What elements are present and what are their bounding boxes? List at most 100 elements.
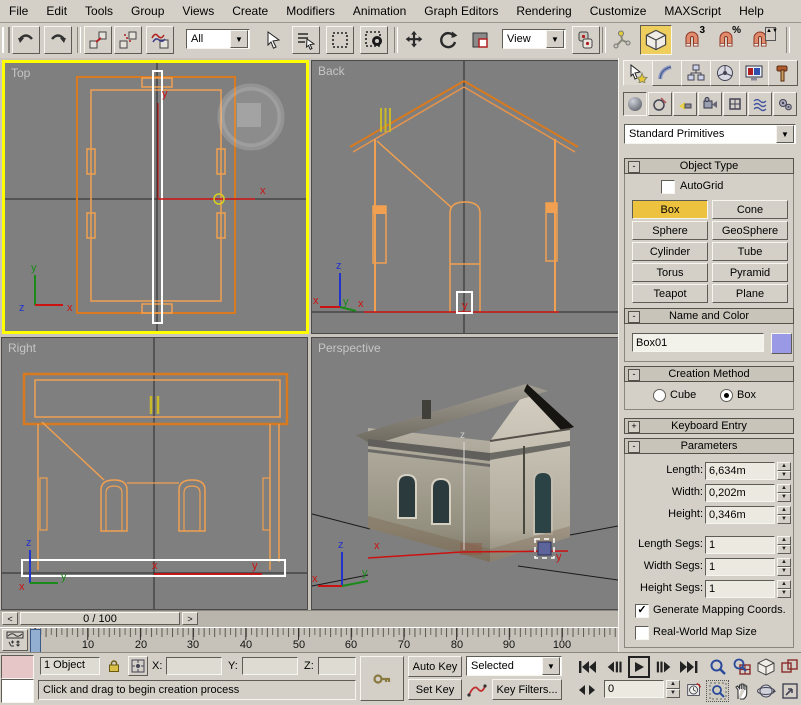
select-by-name-button[interactable]: [292, 26, 320, 54]
select-and-move-button[interactable]: [400, 26, 428, 54]
maxscript-mini-listener-white[interactable]: [1, 679, 34, 703]
use-pivot-point-button[interactable]: [572, 26, 600, 54]
autogrid-checkbox[interactable]: [661, 180, 675, 194]
length-segs-field[interactable]: 1: [705, 536, 775, 554]
rollout-creation-method-header[interactable]: - Creation Method: [624, 366, 794, 382]
creation-method-box-label[interactable]: Box: [737, 389, 756, 401]
object-type-plane-button[interactable]: Plane: [712, 284, 788, 303]
select-and-manipulate-button[interactable]: [608, 26, 636, 54]
real-world-map-size-checkbox[interactable]: [635, 626, 649, 640]
menu-graph-editors[interactable]: Graph Editors: [415, 4, 507, 18]
next-frame-button[interactable]: [654, 657, 674, 677]
viewport-top-label[interactable]: Top: [11, 66, 30, 80]
length-spinner[interactable]: ▲▼: [777, 462, 791, 480]
set-key-mode-button[interactable]: [360, 656, 404, 701]
height-segs-field[interactable]: 1: [705, 580, 775, 598]
length-field[interactable]: 6,634m: [705, 462, 775, 480]
tab-display[interactable]: [739, 60, 769, 86]
object-type-box-button[interactable]: Box: [632, 200, 708, 219]
rollout-parameters-header[interactable]: - Parameters: [624, 438, 794, 454]
viewport-back-label[interactable]: Back: [318, 64, 345, 78]
undo-button[interactable]: [12, 26, 40, 54]
spinner-snap-button[interactable]: ▲▼: [746, 26, 774, 54]
menu-customize[interactable]: Customize: [581, 4, 656, 18]
object-type-pyramid-button[interactable]: Pyramid: [712, 263, 788, 282]
menu-tools[interactable]: Tools: [76, 4, 122, 18]
selection-lock-button[interactable]: [104, 657, 124, 675]
object-type-cone-button[interactable]: Cone: [712, 200, 788, 219]
viewport-perspective[interactable]: Perspective: [311, 337, 619, 610]
collapse-icon[interactable]: -: [628, 311, 640, 323]
dropdown-arrow-icon[interactable]: ▼: [230, 30, 248, 48]
width-segs-spinner[interactable]: ▲▼: [777, 558, 791, 576]
object-color-swatch[interactable]: [771, 333, 792, 354]
height-segs-spinner[interactable]: ▲▼: [777, 580, 791, 598]
go-to-end-button[interactable]: [678, 657, 700, 677]
collapse-icon[interactable]: -: [628, 161, 640, 173]
menu-maxscript[interactable]: MAXScript: [655, 4, 730, 18]
tab-create[interactable]: [623, 60, 653, 86]
window-crossing-toggle-button[interactable]: [360, 26, 388, 54]
width-field[interactable]: 0,202m: [705, 484, 775, 502]
angle-snap-button[interactable]: 3: [678, 26, 706, 54]
rollout-keyboard-entry-header[interactable]: + Keyboard Entry: [624, 418, 794, 434]
viewport-perspective-label[interactable]: Perspective: [318, 341, 381, 355]
dropdown-arrow-icon[interactable]: ▼: [546, 30, 564, 48]
expand-icon[interactable]: +: [628, 421, 640, 433]
object-type-torus-button[interactable]: Torus: [632, 263, 708, 282]
viewport-back[interactable]: Back x y z: [311, 60, 619, 334]
tab-motion[interactable]: [710, 60, 740, 86]
menu-create[interactable]: Create: [223, 4, 277, 18]
tab-utilities[interactable]: [768, 60, 798, 86]
x-coordinate-field[interactable]: [166, 657, 222, 675]
length-segs-spinner[interactable]: ▲▼: [777, 536, 791, 554]
rollout-name-color-header[interactable]: - Name and Color: [624, 308, 794, 324]
viewport-right[interactable]: Right x y z y x: [1, 337, 308, 610]
object-type-tube-button[interactable]: Tube: [712, 242, 788, 261]
category-spacewarps-button[interactable]: [748, 92, 772, 116]
category-cameras-button[interactable]: [698, 92, 722, 116]
collapse-icon[interactable]: -: [628, 369, 640, 381]
previous-frame-button[interactable]: [604, 657, 624, 677]
maxscript-mini-listener-pink[interactable]: [1, 655, 34, 679]
rollout-object-type-header[interactable]: - Object Type: [624, 158, 794, 174]
zoom-extents-button[interactable]: [754, 656, 777, 678]
viewport-right-label[interactable]: Right: [8, 341, 36, 355]
region-zoom-button[interactable]: [706, 680, 729, 702]
dropdown-arrow-icon[interactable]: ▼: [776, 125, 794, 143]
unlink-selection-button[interactable]: [114, 26, 142, 54]
min-max-toggle-button[interactable]: [778, 680, 801, 702]
redo-button[interactable]: [44, 26, 72, 54]
toolbar-grip[interactable]: [2, 27, 10, 53]
select-object-button[interactable]: [260, 26, 288, 54]
object-type-sphere-button[interactable]: Sphere: [632, 221, 708, 240]
creation-method-box-radio[interactable]: [720, 389, 733, 402]
track-bar-frame-handle[interactable]: [30, 629, 41, 653]
pan-view-button[interactable]: [730, 680, 753, 702]
set-key-button[interactable]: Set Key: [408, 679, 462, 700]
snaps-toggle-button[interactable]: [640, 25, 672, 55]
category-helpers-button[interactable]: [723, 92, 747, 116]
default-in-out-tangents-button[interactable]: [466, 679, 488, 700]
object-type-teapot-button[interactable]: Teapot: [632, 284, 708, 303]
height-spinner[interactable]: ▲▼: [777, 506, 791, 524]
object-name-input[interactable]: [632, 333, 764, 352]
category-geometry-button[interactable]: [623, 92, 647, 116]
arc-rotate-button[interactable]: [754, 680, 777, 702]
current-frame-field[interactable]: [604, 680, 664, 698]
viewport-top[interactable]: Top x y y x z: [2, 60, 309, 334]
creation-method-cube-radio[interactable]: [653, 389, 666, 402]
time-slider-handle[interactable]: 0 / 100: [20, 612, 180, 625]
frame-spinner[interactable]: ▲▼: [666, 680, 680, 698]
select-and-link-button[interactable]: [84, 26, 112, 54]
reference-coordinate-dropdown[interactable]: View ▼: [502, 29, 566, 49]
go-to-start-button[interactable]: [576, 657, 598, 677]
percent-snap-button[interactable]: %: [712, 26, 740, 54]
category-systems-button[interactable]: [773, 92, 797, 116]
zoom-extents-all-button[interactable]: [778, 656, 801, 678]
category-shapes-button[interactable]: [648, 92, 672, 116]
menu-help[interactable]: Help: [730, 4, 773, 18]
menu-file[interactable]: File: [0, 4, 37, 18]
height-field[interactable]: 0,346m: [705, 506, 775, 524]
selection-filter-dropdown[interactable]: All ▼: [186, 29, 250, 49]
